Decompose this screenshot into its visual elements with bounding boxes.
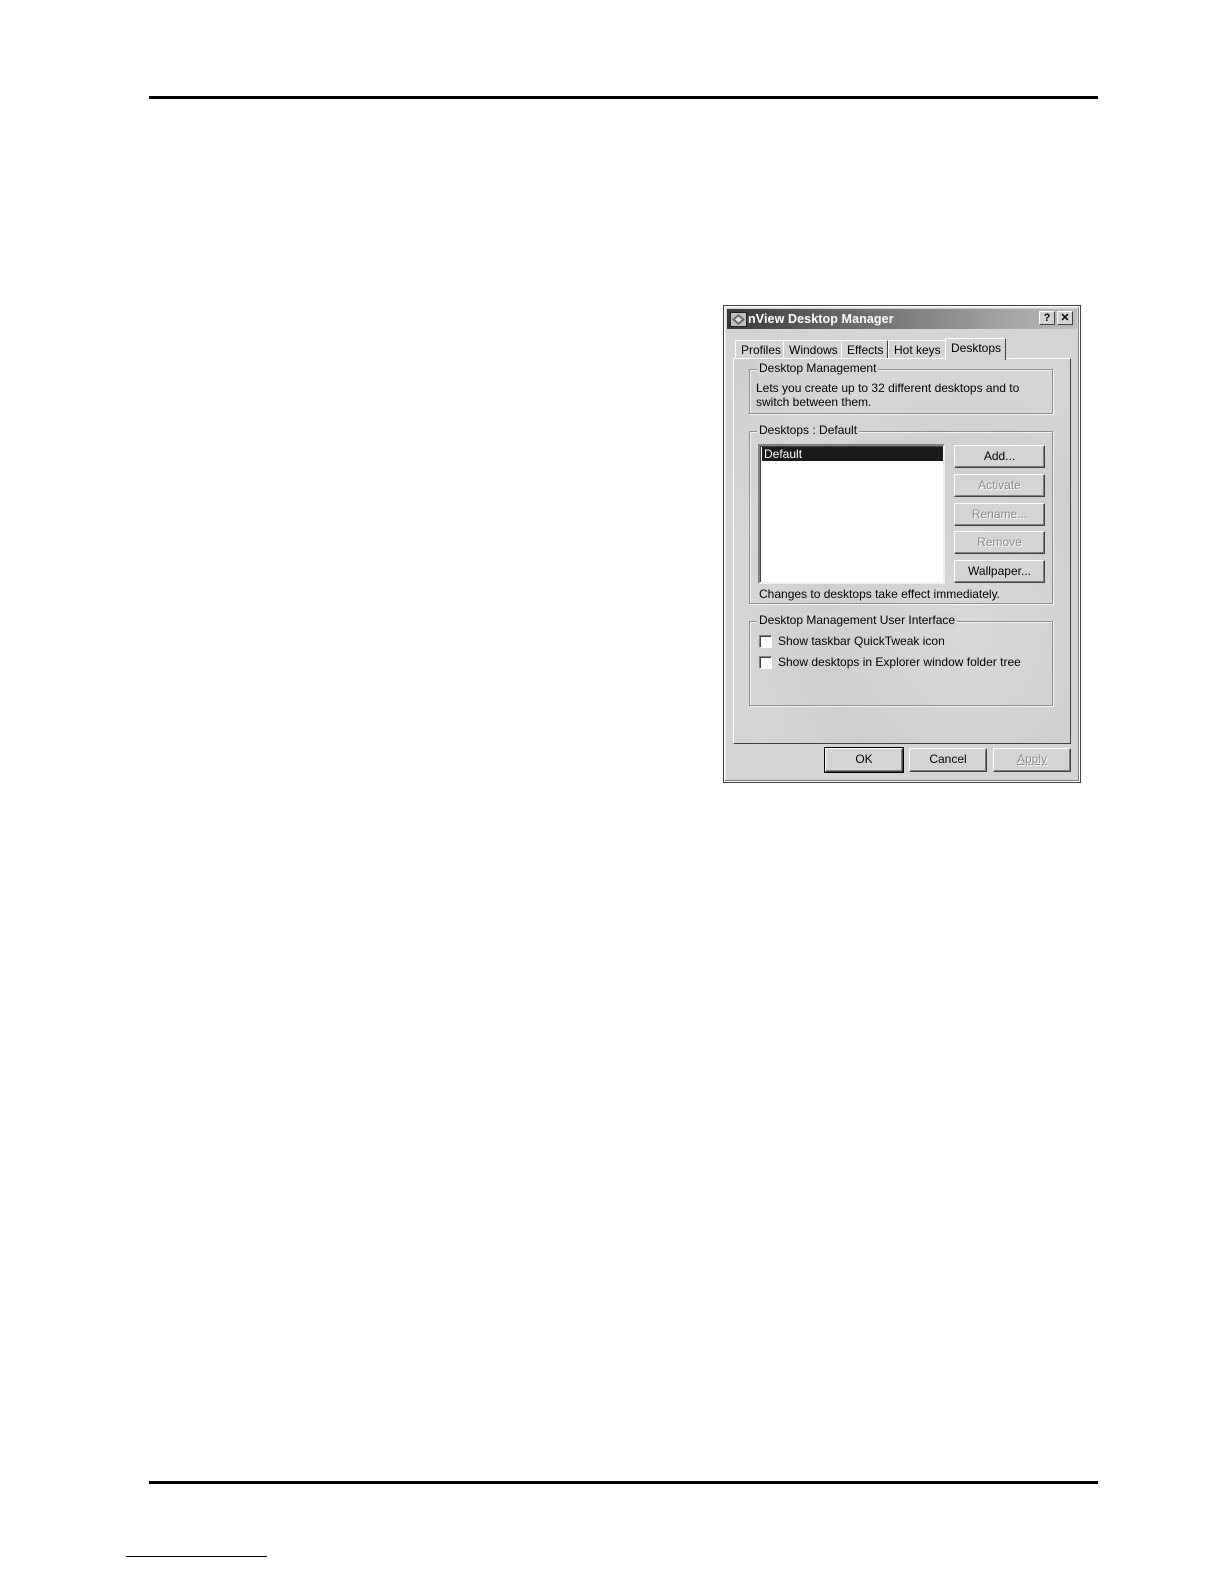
tab-profiles[interactable]: Profiles [735, 340, 787, 359]
nview-app-icon [730, 312, 747, 327]
dialog-title: nView Desktop Manager [748, 312, 894, 326]
quicktweak-label: Show taskbar QuickTweak icon [778, 634, 945, 648]
tab-desktops[interactable]: Desktops [945, 338, 1007, 360]
explorer-tree-label: Show desktops in Explorer window folder … [778, 655, 1021, 669]
desktops-legend: Desktops : Default [757, 423, 860, 437]
tab-effects[interactable]: Effects [841, 340, 889, 359]
ok-button[interactable]: OK [824, 747, 904, 773]
desktop-management-description: Lets you create up to 32 different deskt… [756, 381, 1020, 409]
desktop-management-legend: Desktop Management [757, 361, 879, 375]
explorer-tree-checkbox[interactable] [759, 656, 772, 669]
ui-options-legend: Desktop Management User Interface [757, 613, 958, 627]
desktops-group: Desktops : Default Default Add... Activa… [749, 423, 1053, 604]
desktops-note: Changes to desktops take effect immediat… [759, 587, 1001, 601]
desktops-tab-panel: Desktop Management Lets you create up to… [733, 358, 1071, 744]
close-icon: ✕ [1060, 312, 1070, 324]
nview-desktop-manager-dialog: nView Desktop Manager ? ✕ Profiles Windo… [723, 305, 1081, 783]
tab-hot-keys[interactable]: Hot keys [888, 340, 946, 359]
cancel-button[interactable]: Cancel [909, 748, 987, 772]
tab-windows[interactable]: Windows [783, 340, 843, 359]
apply-label: Apply [1016, 752, 1048, 766]
header-rule [149, 96, 1098, 99]
wallpaper-button[interactable]: Wallpaper... [954, 560, 1045, 583]
footer-rule [149, 1481, 1098, 1484]
desktops-listbox[interactable]: Default [758, 444, 945, 584]
quicktweak-checkbox[interactable] [759, 635, 772, 648]
title-bar[interactable]: nView Desktop Manager ? ✕ [727, 309, 1077, 329]
list-item[interactable]: Default [762, 447, 943, 461]
close-button[interactable]: ✕ [1057, 311, 1073, 325]
help-button[interactable]: ? [1039, 311, 1055, 325]
footer-link-underline [126, 1556, 267, 1557]
ui-options-group: Desktop Management User Interface Show t… [749, 613, 1053, 706]
apply-button[interactable]: Apply [993, 748, 1071, 772]
rename-button[interactable]: Rename... [954, 503, 1045, 526]
add-button[interactable]: Add... [954, 445, 1045, 468]
desktop-management-group: Desktop Management Lets you create up to… [749, 361, 1053, 414]
activate-button[interactable]: Activate [954, 474, 1045, 497]
remove-button[interactable]: Remove [954, 531, 1045, 554]
